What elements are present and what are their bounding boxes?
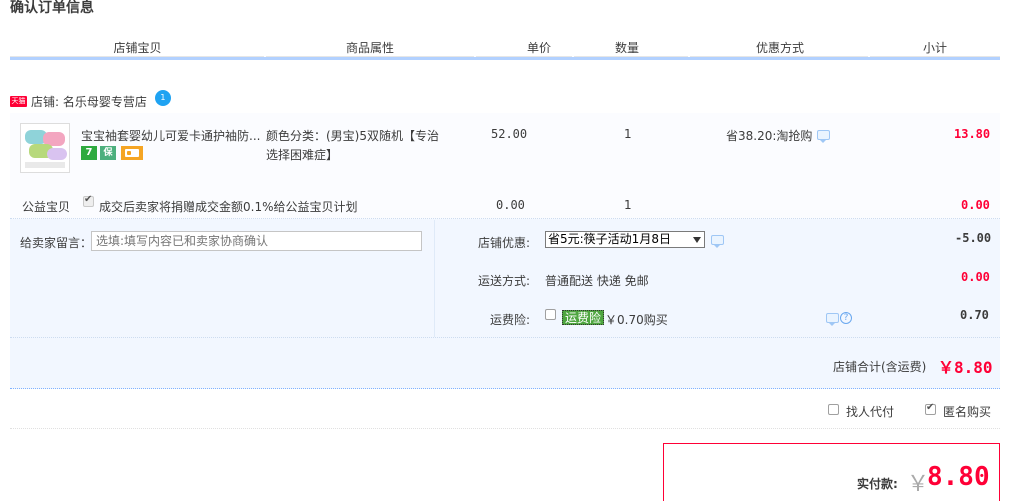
column-header-shop-item: 店铺宝贝 — [113, 41, 162, 55]
header-divider — [266, 56, 474, 57]
insurance-tag: 运费险 — [562, 310, 605, 325]
charity-label: 公益宝贝 — [22, 200, 71, 214]
charity-checkbox — [83, 194, 94, 207]
insurance-chat-icon[interactable] — [826, 313, 839, 326]
charity-description: 成交后卖家将捐赠成交金额0.1%给公益宝贝计划 — [99, 200, 358, 214]
panel-divider — [434, 220, 435, 337]
shop-discount-chat-icon[interactable] — [711, 235, 724, 248]
insurance-checkbox[interactable] — [545, 309, 556, 320]
shipping-amount: 0.00 — [961, 270, 990, 284]
shop-name[interactable]: 店铺: 名乐母婴专营店 — [31, 93, 147, 110]
column-header-discount: 优惠方式 — [755, 41, 804, 55]
tmall-icon: 天猫 — [10, 95, 27, 107]
seller-message-label: 给卖家留言： — [20, 236, 93, 250]
header-divider — [476, 56, 572, 57]
shop-discount-label: 店铺优惠: — [478, 236, 531, 250]
proxy-pay-label[interactable]: 找人代付 — [846, 403, 894, 420]
pay-amount: 8.80 — [927, 462, 990, 492]
header-divider — [574, 56, 688, 57]
wangwang-chat-icon[interactable]: 1 — [154, 90, 171, 106]
shop-header: 天猫 店铺: 名乐母婴专营店 1 — [10, 90, 171, 111]
help-icon[interactable]: ? — [840, 312, 852, 324]
charity-price: 0.00 — [496, 198, 525, 212]
table-header: 店铺宝贝 商品属性 单价 数量 优惠方式 小计 — [10, 34, 1000, 60]
item-row-bg — [10, 113, 1000, 185]
insurance-price: ￥0.70购买 — [605, 313, 668, 327]
shop-discount-selected: 省5元:筷子活动1月8日 — [548, 232, 671, 246]
header-divider — [10, 56, 264, 57]
column-header-quantity: 数量 — [614, 41, 639, 55]
insurance-label: 运费险: — [490, 313, 531, 327]
guarantee-icon[interactable]: 保 — [100, 146, 116, 160]
header-divider — [870, 56, 1000, 57]
pay-currency: ￥ — [907, 472, 930, 497]
shipping-label: 运送方式: — [478, 274, 531, 288]
column-header-subtotal: 小计 — [922, 41, 947, 55]
discount-chat-icon[interactable] — [817, 130, 830, 143]
anonymous-checkbox[interactable] — [925, 402, 936, 415]
item-quantity: 1 — [624, 127, 632, 141]
shop-total-label: 店铺合计(含运费) — [833, 360, 927, 374]
column-header-attributes: 商品属性 — [345, 41, 394, 55]
product-thumbnail[interactable] — [20, 123, 70, 173]
item-subtotal: 13.80 — [954, 127, 991, 141]
product-attr-line2: 选择困难症】 — [266, 148, 339, 162]
product-title-link[interactable]: 宝宝袖套婴幼儿可爱卡通护袖防... — [81, 127, 260, 144]
shop-discount-amount: -5.00 — [955, 231, 992, 245]
charity-quantity: 1 — [624, 198, 632, 212]
item-unit-price: 52.00 — [491, 127, 528, 141]
shipping-method: 普通配送 快递 免邮 — [545, 274, 649, 288]
seven-day-return-icon[interactable]: 7 — [81, 146, 97, 160]
insurance-amount: 0.70 — [960, 308, 989, 322]
page-title: 确认订单信息 — [10, 0, 94, 16]
header-divider — [690, 56, 868, 57]
anonymous-label[interactable]: 匿名购买 — [943, 403, 991, 420]
shop-discount-select[interactable]: 省5元:筷子活动1月8日 — [545, 231, 705, 248]
item-discount: 省38.20:淘抢购 — [726, 129, 813, 143]
seller-message-input[interactable] — [91, 231, 422, 251]
product-attr-line1: 颜色分类：(男宝)5双随机【专治 — [266, 129, 439, 143]
shop-total-amount: ￥8.80 — [938, 358, 993, 377]
charity-subtotal: 0.00 — [961, 198, 990, 212]
card-payment-icon[interactable] — [121, 146, 143, 160]
pay-label: 实付款: — [857, 477, 898, 491]
chevron-down-icon — [693, 237, 701, 243]
proxy-pay-checkbox[interactable] — [828, 404, 839, 415]
